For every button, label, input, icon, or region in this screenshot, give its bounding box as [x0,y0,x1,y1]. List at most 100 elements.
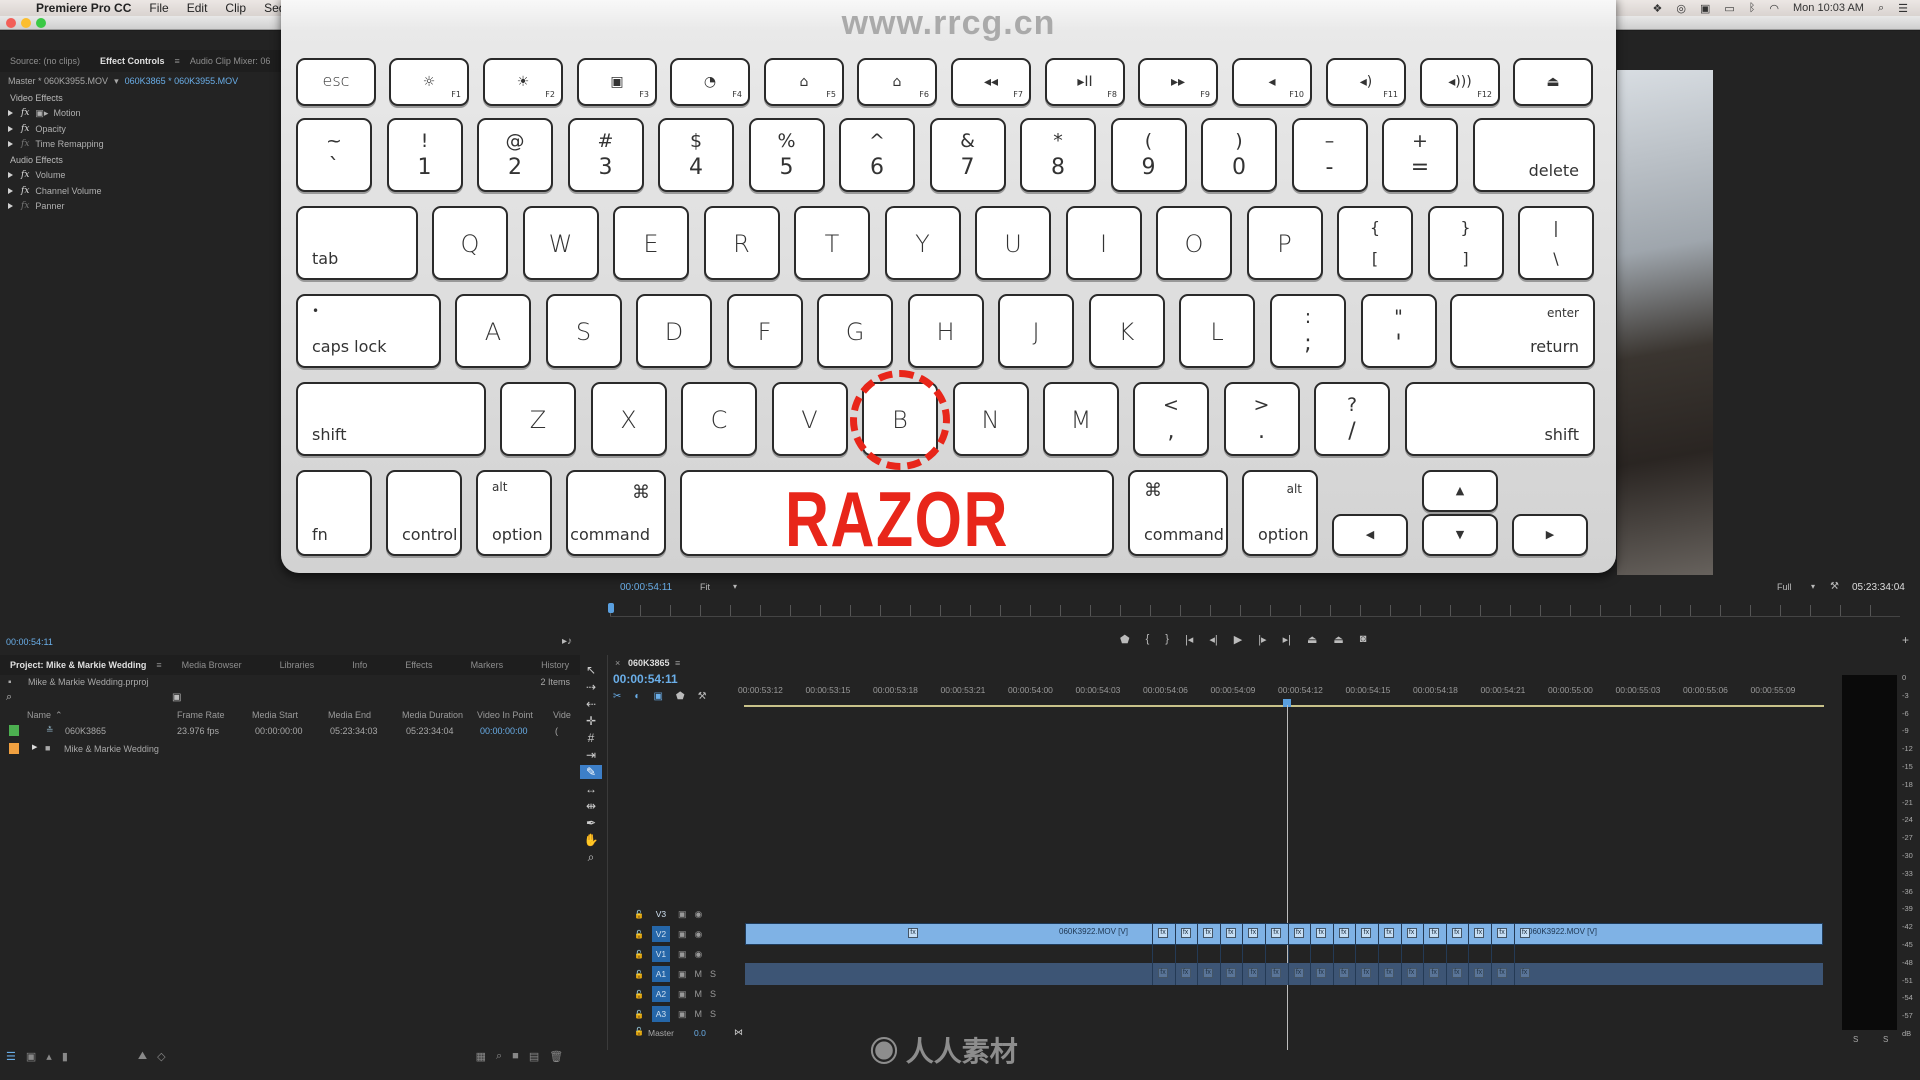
zoom-large-icon[interactable]: ▮ [62,1050,68,1063]
zoom-tool-icon[interactable]: ⌕ [580,850,602,864]
key-punct[interactable]: >. [1223,382,1300,456]
tab-libraries[interactable]: Libraries [270,660,325,670]
label-color-swatch[interactable] [9,725,19,736]
key-k[interactable]: K [1088,294,1165,368]
key-command-left[interactable]: ⌘ command [566,470,666,556]
key-e[interactable]: E [613,206,689,280]
sync-lock-icon[interactable]: ▣ [678,969,687,980]
slide-tool-icon[interactable]: ⇹ [580,799,602,813]
tab-media-browser[interactable]: Media Browser [172,660,252,670]
wrench-icon[interactable]: ⚒ [698,691,707,702]
key-s[interactable]: S [545,294,622,368]
lock-icon[interactable]: 🔓 [634,950,644,959]
column-name[interactable]: Name [27,710,51,720]
key-eject[interactable]: ⏏ [1513,58,1593,106]
bluetooth-icon[interactable]: ᛒ [1749,2,1756,14]
key-arrow-left[interactable]: ◀ [1332,514,1408,556]
key-u[interactable]: U [975,206,1051,280]
key-shift-left[interactable]: shift [296,382,486,456]
sync-lock-icon[interactable]: ▣ [678,929,687,940]
key-6[interactable]: ^ 6 [839,118,915,192]
play-icon[interactable]: ▶ [1234,633,1242,646]
key-=[interactable]: + = [1382,118,1458,192]
key-f5[interactable]: ⌂ F5 [764,58,844,106]
expand-icon[interactable] [8,110,13,117]
go-to-end-icon[interactable]: ⋈ [734,1027,743,1038]
key-option-left[interactable]: alt option [476,470,552,556]
lift-icon[interactable]: ⏏ [1307,633,1317,646]
key-esc[interactable]: esc [296,58,376,106]
effect-volume[interactable]: fx Volume [0,168,285,184]
find-bin-icon[interactable]: ▣ [172,692,181,703]
new-item-icon[interactable]: ▤ [529,1050,539,1063]
key-d[interactable]: D [636,294,712,368]
timeline-ruler[interactable]: 00:00:53:12 00:00:53:15 00:00:53:18 00:00:5… [738,685,1824,699]
export-frame-icon[interactable]: ◙ [1360,633,1367,646]
key-f8[interactable]: ▸II F8 [1045,58,1125,106]
key-arrow-up[interactable]: ▲ [1422,470,1498,512]
key-f6[interactable]: ⌂ F6 [857,58,937,106]
rolling-edit-tool-icon[interactable]: # [580,731,602,745]
key-h[interactable]: H [907,294,984,368]
key-bracket[interactable]: }] [1427,206,1504,280]
bin-icon[interactable]: ▦ [476,1050,486,1063]
key-b[interactable]: B [850,370,950,470]
master-volume-value[interactable]: 0.0 [694,1028,706,1038]
key-f9[interactable]: ▸▸ F9 [1138,58,1218,106]
key-punct[interactable]: ? / [1314,382,1390,456]
column-frame-rate[interactable]: Frame Rate [177,710,225,720]
expand-icon[interactable] [8,203,13,210]
razor-tool-icon[interactable]: ✎ [580,765,602,779]
key-z[interactable]: Z [500,382,576,456]
key-`[interactable]: ~ ` [296,118,372,192]
key-y[interactable]: Y [884,206,961,280]
expand-icon[interactable] [8,125,13,132]
fx-icon[interactable]: fx [21,108,29,118]
effect-motion[interactable]: fx ▣▸ Motion [0,106,285,122]
key-r[interactable]: R [703,206,780,280]
zoom-select[interactable]: Fit [700,582,710,592]
insert-sequence-icon[interactable]: ▣ [653,691,662,702]
key-c[interactable]: C [681,382,757,456]
key-f12[interactable]: ◂))) F12 [1420,58,1500,106]
extract-icon[interactable]: ⏏ [1333,633,1343,646]
fx-icon[interactable]: fx [21,124,29,134]
close-window-button[interactable] [6,18,16,28]
key-punct[interactable]: " ' [1360,294,1437,368]
solo-button[interactable]: S [710,1009,716,1019]
eye-icon[interactable]: ◉ [694,929,702,940]
rate-stretch-tool-icon[interactable]: ⇥ [580,748,602,762]
key-return[interactable]: enter return [1450,294,1595,368]
sync-lock-icon[interactable]: ▣ [678,949,687,960]
sequence-tab[interactable]: 060K3865 [628,658,670,668]
trash-icon[interactable]: 🗑 [549,1050,563,1063]
chevron-down-icon[interactable]: ▾ [114,76,119,87]
panel-menu-icon[interactable]: ≡ [675,658,680,668]
key-1[interactable]: ! 1 [386,118,463,192]
mark-in-icon[interactable]: { [1146,633,1150,646]
mute-button[interactable]: M [694,989,702,999]
key-p[interactable]: P [1246,206,1323,280]
hand-tool-icon[interactable]: ✋ [580,833,602,847]
key-i[interactable]: I [1065,206,1142,280]
wrench-icon[interactable]: ⚒ [1830,581,1839,592]
key-f7[interactable]: ◂◂ F7 [951,58,1031,106]
track-target-button[interactable]: V2 [651,926,670,942]
tab-markers[interactable]: Markers [461,660,514,670]
menu-edit[interactable]: Edit [187,1,208,15]
key-8[interactable]: * 8 [1020,118,1096,192]
lock-icon[interactable]: 🔓 [634,1010,644,1019]
solo-button[interactable]: S [710,989,716,999]
key-delete[interactable]: delete [1473,118,1595,192]
track-select-forward-tool-icon[interactable]: ⇢ [580,680,602,694]
step-forward-icon[interactable]: |▸ [1258,633,1266,646]
key-v[interactable]: V [771,382,848,456]
key-7[interactable]: & 7 [929,118,1006,192]
close-tab-icon[interactable]: × [615,658,620,668]
key-shift-right[interactable]: shift [1405,382,1595,456]
tab-source[interactable]: Source: (no clips) [0,56,90,66]
add-marker-icon[interactable]: ⬟ [676,691,685,702]
minimize-window-button[interactable] [21,18,31,28]
playhead-line[interactable] [1287,705,1288,1050]
key-o[interactable]: O [1156,206,1232,280]
